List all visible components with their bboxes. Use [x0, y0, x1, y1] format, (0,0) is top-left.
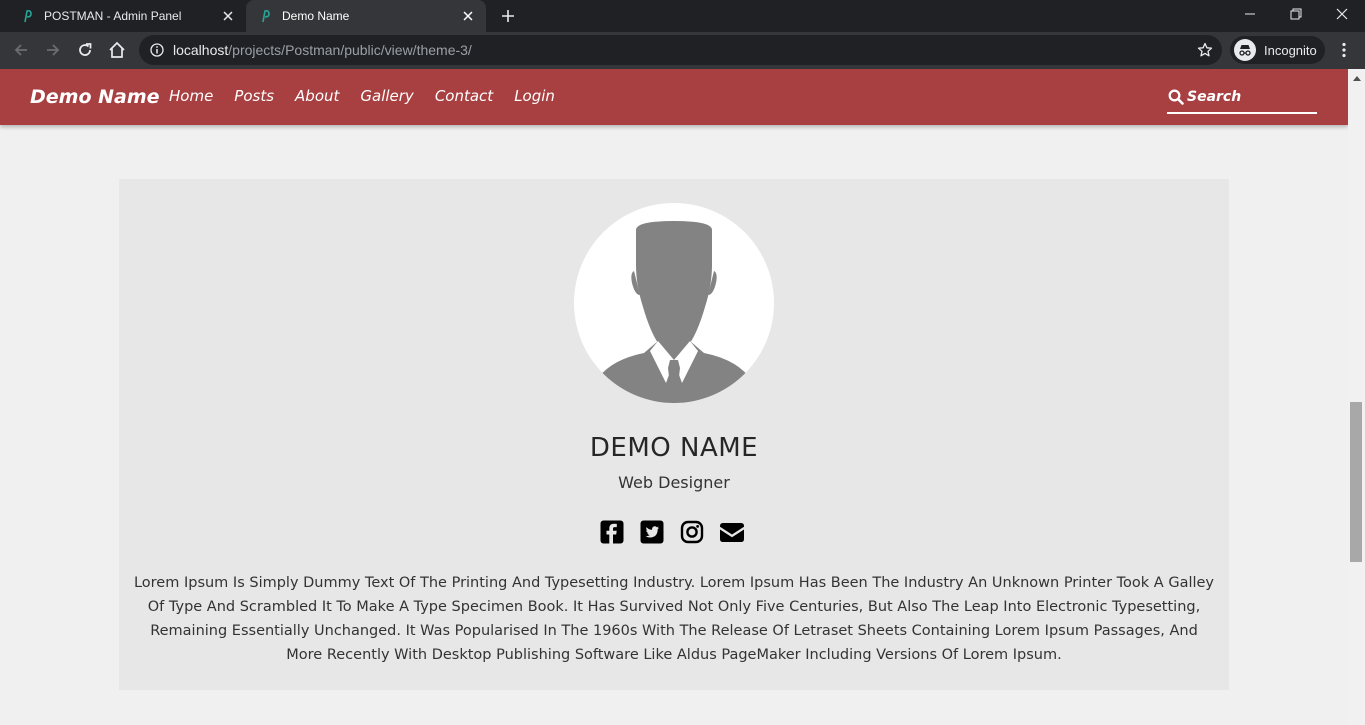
- envelope-icon[interactable]: [719, 519, 745, 545]
- nav-login[interactable]: Login: [514, 87, 555, 105]
- page-scrollbar[interactable]: [1348, 69, 1365, 725]
- social-links: [599, 519, 759, 545]
- close-window-icon[interactable]: [1319, 0, 1365, 28]
- forward-arrow-icon[interactable]: [39, 36, 67, 64]
- home-icon[interactable]: [103, 36, 131, 64]
- nav-about[interactable]: About: [295, 87, 339, 105]
- profile-name: DEMO NAME: [589, 433, 759, 463]
- search-input[interactable]: [1187, 89, 1307, 105]
- restore-window-icon[interactable]: [1273, 0, 1319, 28]
- close-tab-icon[interactable]: [460, 8, 476, 24]
- profile-role: Web Designer: [618, 473, 730, 492]
- search-icon: [1167, 88, 1185, 106]
- profile-card: DEMO NAME Web Designer Lorem Ipsum Is Si…: [119, 179, 1229, 690]
- profile-bio: Lorem Ipsum Is Simply Dummy Text Of The …: [133, 575, 1215, 663]
- scrollbar-thumb[interactable]: [1350, 402, 1362, 562]
- incognito-badge[interactable]: Incognito: [1230, 36, 1325, 64]
- nav-gallery[interactable]: Gallery: [360, 87, 413, 105]
- incognito-label: Incognito: [1264, 42, 1317, 58]
- person-silhouette-icon: [588, 221, 760, 403]
- scroll-up-arrow-icon[interactable]: [1348, 69, 1365, 86]
- site-brand[interactable]: Demo Name: [30, 86, 160, 108]
- site-info-icon[interactable]: [149, 42, 165, 58]
- address-bar[interactable]: localhost/projects/Postman/public/view/t…: [139, 35, 1222, 65]
- facebook-square-icon[interactable]: [599, 519, 625, 545]
- nav-home[interactable]: Home: [169, 87, 213, 105]
- avatar: [574, 203, 774, 403]
- page-viewport: Demo Name Home Posts About Gallery Conta…: [0, 69, 1365, 725]
- browser-tab-postman-admin[interactable]: POSTMAN - Admin Panel: [8, 0, 246, 32]
- browser-menu-icon[interactable]: [1332, 36, 1356, 64]
- instagram-icon[interactable]: [679, 519, 705, 545]
- nav-posts[interactable]: Posts: [234, 87, 274, 105]
- tab-title: POSTMAN - Admin Panel: [44, 9, 182, 23]
- site-nav-links: Home Posts About Gallery Contact Login: [169, 87, 576, 105]
- incognito-icon: [1234, 39, 1256, 61]
- postman-favicon-icon: [20, 8, 36, 24]
- twitter-square-icon[interactable]: [639, 519, 665, 545]
- bookmark-star-icon[interactable]: [1196, 41, 1214, 59]
- back-arrow-icon[interactable]: [7, 36, 35, 64]
- close-tab-icon[interactable]: [220, 8, 236, 24]
- postman-favicon-icon: [258, 8, 274, 24]
- browser-toolbar: localhost/projects/Postman/public/view/t…: [0, 32, 1365, 69]
- tab-title: Demo Name: [282, 9, 350, 23]
- site-search: [1167, 82, 1317, 114]
- url-text: localhost/projects/Postman/public/view/t…: [173, 42, 472, 58]
- site-navbar: Demo Name Home Posts About Gallery Conta…: [0, 69, 1348, 125]
- browser-tab-strip: POSTMAN - Admin Panel Demo Name: [0, 0, 1365, 32]
- reload-icon[interactable]: [71, 36, 99, 64]
- new-tab-icon[interactable]: [498, 6, 518, 26]
- browser-tab-demo-name[interactable]: Demo Name: [246, 0, 486, 32]
- minimize-window-icon[interactable]: [1227, 0, 1273, 28]
- nav-contact[interactable]: Contact: [435, 87, 493, 105]
- url-host: localhost: [173, 42, 229, 58]
- url-path: /projects/Postman/public/view/theme-3/: [228, 42, 472, 58]
